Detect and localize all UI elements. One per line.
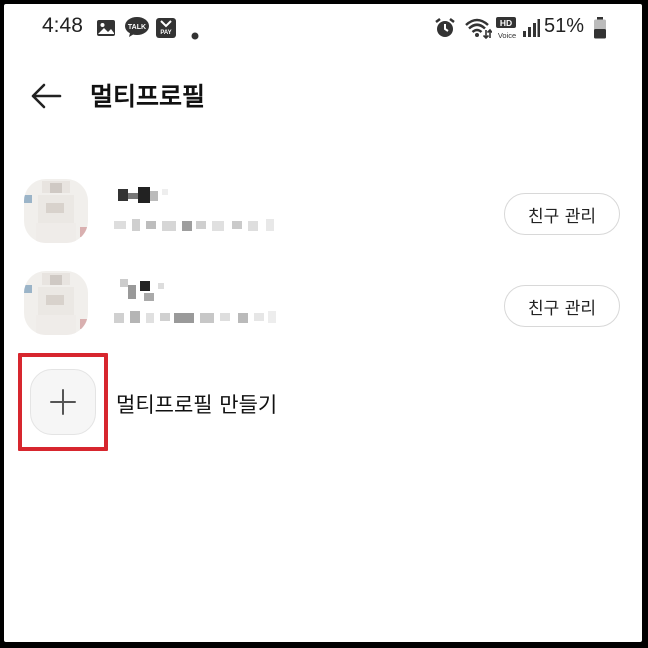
hd-label: HD	[500, 18, 512, 28]
pay-icon: PAY	[155, 17, 177, 43]
plus-icon	[50, 389, 76, 415]
signal-icon	[522, 18, 540, 42]
hd-voice-icon: HD Voice	[494, 16, 522, 44]
pay-label: PAY	[160, 30, 171, 36]
battery-percent: 51%	[544, 15, 585, 37]
status-time: 4:48	[42, 14, 83, 37]
profile-subtext-blurred	[114, 219, 284, 233]
profile-name-blurred	[114, 275, 184, 301]
profile-avatar	[24, 271, 88, 335]
voice-label: Voice	[498, 31, 516, 40]
screen: 4:48 TALK PAY HD Voice 51% 멀티프로필 친구 관리 친…	[4, 4, 642, 642]
add-profile-button[interactable]	[30, 369, 96, 435]
status-bar: 4:48 TALK PAY HD Voice 51%	[4, 4, 642, 54]
profile-row[interactable]: 친구 관리	[4, 271, 642, 355]
profile-name-blurred	[114, 183, 184, 205]
alarm-icon	[434, 17, 456, 43]
manage-friends-button[interactable]: 친구 관리	[504, 193, 620, 235]
page-title: 멀티프로필	[90, 82, 206, 111]
profile-avatar	[24, 179, 88, 243]
arrow-left-icon	[31, 83, 62, 109]
talk-icon: TALK	[124, 16, 150, 42]
create-multiprofile-row[interactable]: 멀티프로필 만들기	[18, 353, 618, 451]
profile-row[interactable]: 친구 관리	[4, 179, 642, 263]
wifi-icon	[464, 17, 493, 43]
profile-subtext-blurred	[114, 311, 284, 325]
back-button[interactable]	[26, 76, 66, 116]
battery-icon	[593, 17, 607, 43]
image-icon	[96, 18, 116, 42]
dot-icon	[191, 25, 199, 44]
create-multiprofile-label: 멀티프로필 만들기	[116, 393, 278, 417]
talk-label: TALK	[128, 24, 146, 31]
manage-friends-button[interactable]: 친구 관리	[504, 285, 620, 327]
